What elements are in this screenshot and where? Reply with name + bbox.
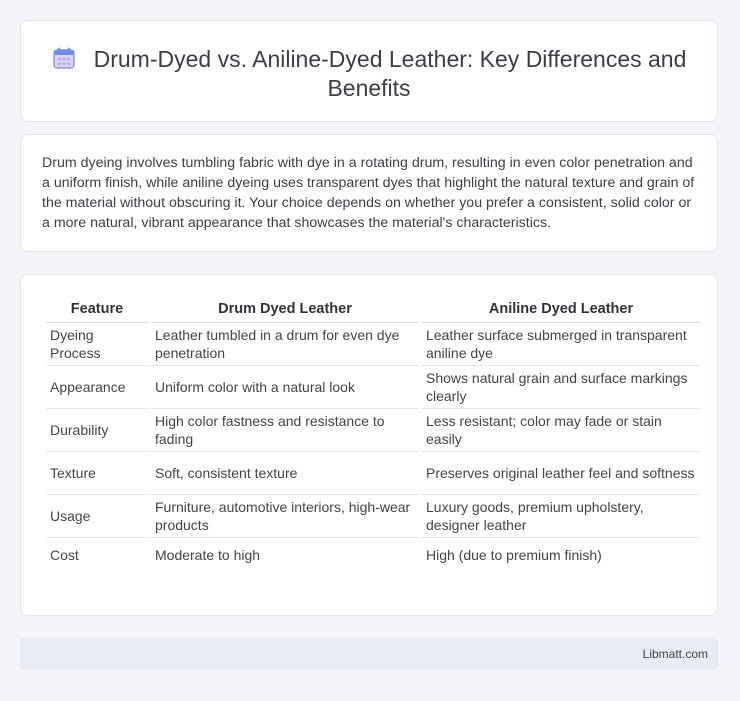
table-row: Dyeing Process Leather tumbled in a drum … — [46, 323, 700, 366]
comparison-table: Feature Drum Dyed Leather Aniline Dyed Lea… — [43, 295, 703, 572]
table-row: Texture Soft, consistent texture Preserves… — [46, 452, 700, 495]
table-cell: Durability — [46, 409, 148, 452]
table-header-row: Feature Drum Dyed Leather Aniline Dyed Lea… — [46, 295, 700, 323]
table-body: Dyeing Process Leather tumbled in a drum … — [46, 323, 700, 572]
table-cell: Dyeing Process — [46, 323, 148, 366]
page-title-text: Drum-Dyed vs. Aniline-Dyed Leather: Key … — [93, 46, 687, 101]
header-card: Drum-Dyed vs. Aniline-Dyed Leather: Key … — [20, 20, 718, 122]
table-cell: Luxury goods, premium upholstery, design… — [422, 495, 700, 538]
table-cell: Furniture, automotive interiors, high-we… — [151, 495, 419, 538]
column-header: Drum Dyed Leather — [151, 295, 419, 323]
table-cell: Leather surface submerged in transparent… — [422, 323, 700, 366]
footer: Libmatt.com — [20, 638, 718, 670]
table-row: Appearance Uniform color with a natural l… — [46, 366, 700, 409]
table-cell: Cost — [50, 547, 79, 563]
table-cell: Less resistant; color may fade or stain … — [422, 409, 700, 452]
footer-brand: Libmatt.com — [642, 647, 708, 661]
column-header: Aniline Dyed Leather — [422, 295, 700, 323]
table-row: Durability High color fastness and resist… — [46, 409, 700, 452]
table-cell: Uniform color with a natural look — [151, 366, 419, 409]
table-cell: Usage — [46, 495, 148, 538]
table-cell: Shows natural grain and surface markings… — [422, 366, 700, 409]
table-cell: Preserves original leather feel and soft… — [422, 452, 700, 495]
table-cell: High (due to premium finish) — [426, 547, 602, 563]
table-cell: Moderate to high — [155, 547, 261, 563]
table-row: Usage Furniture, automotive interiors, hi… — [46, 495, 700, 538]
table-cell: High color fastness and resistance to fa… — [151, 409, 419, 452]
column-header: Feature — [46, 295, 148, 323]
intro-card: Drum dyeing involves tumbling fabric wit… — [20, 134, 718, 252]
calendar-icon — [53, 47, 75, 69]
table-cell: Appearance — [46, 366, 148, 409]
table-cell: Leather tumbled in a drum for even dye p… — [151, 323, 419, 366]
intro-paragraph: Drum dyeing involves tumbling fabric wit… — [42, 155, 695, 231]
page-title: Drum-Dyed vs. Aniline-Dyed Leather: Key … — [21, 45, 717, 103]
table-row: Cost Moderate to high High (due to premium… — [46, 538, 700, 572]
table-cell: Texture — [46, 452, 148, 495]
comparison-card: Feature Drum Dyed Leather Aniline Dyed Lea… — [20, 274, 718, 616]
table-cell: Soft, consistent texture — [151, 452, 419, 495]
